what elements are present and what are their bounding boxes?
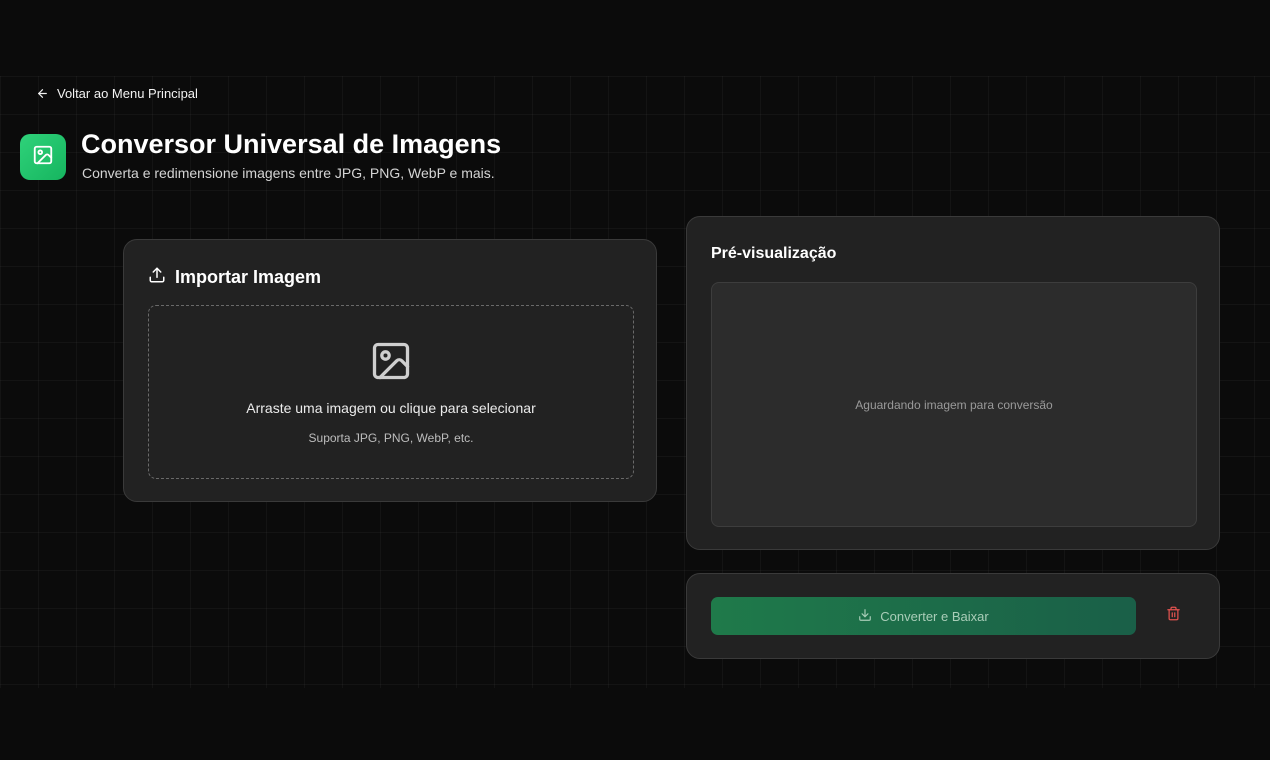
arrow-left-icon (36, 87, 49, 100)
upload-icon (148, 266, 166, 289)
dropzone-subtitle: Suporta JPG, PNG, WebP, etc. (308, 431, 474, 445)
page-subtitle: Converta e redimensione imagens entre JP… (82, 165, 495, 181)
convert-button-label: Converter e Baixar (880, 608, 989, 624)
back-to-menu-link[interactable]: Voltar ao Menu Principal (36, 86, 198, 101)
preview-card: Pré-visualização Aguardando imagem para … (686, 216, 1220, 550)
dropzone-title: Arraste uma imagem ou clique para seleci… (246, 400, 536, 416)
delete-button[interactable] (1163, 606, 1183, 626)
preview-placeholder: Aguardando imagem para conversão (855, 397, 1053, 412)
import-card: Importar Imagem Arraste uma imagem ou cl… (123, 239, 657, 502)
actions-card: Converter e Baixar (686, 573, 1220, 659)
convert-download-button[interactable]: Converter e Baixar (711, 597, 1136, 635)
preview-area: Aguardando imagem para conversão (711, 282, 1197, 527)
image-dropzone[interactable]: Arraste uma imagem ou clique para seleci… (148, 305, 634, 479)
back-link-label: Voltar ao Menu Principal (57, 86, 198, 101)
import-card-heading: Importar Imagem (148, 266, 321, 289)
page-title: Conversor Universal de Imagens (81, 129, 502, 159)
preview-card-title: Pré-visualização (711, 245, 837, 262)
image-icon (369, 339, 413, 388)
page: Voltar ao Menu Principal Conversor Unive… (0, 0, 1270, 760)
download-icon (858, 608, 872, 625)
app-logo (20, 134, 66, 180)
image-icon (32, 144, 54, 171)
import-card-title: Importar Imagem (175, 267, 322, 287)
trash-icon (1166, 606, 1181, 626)
